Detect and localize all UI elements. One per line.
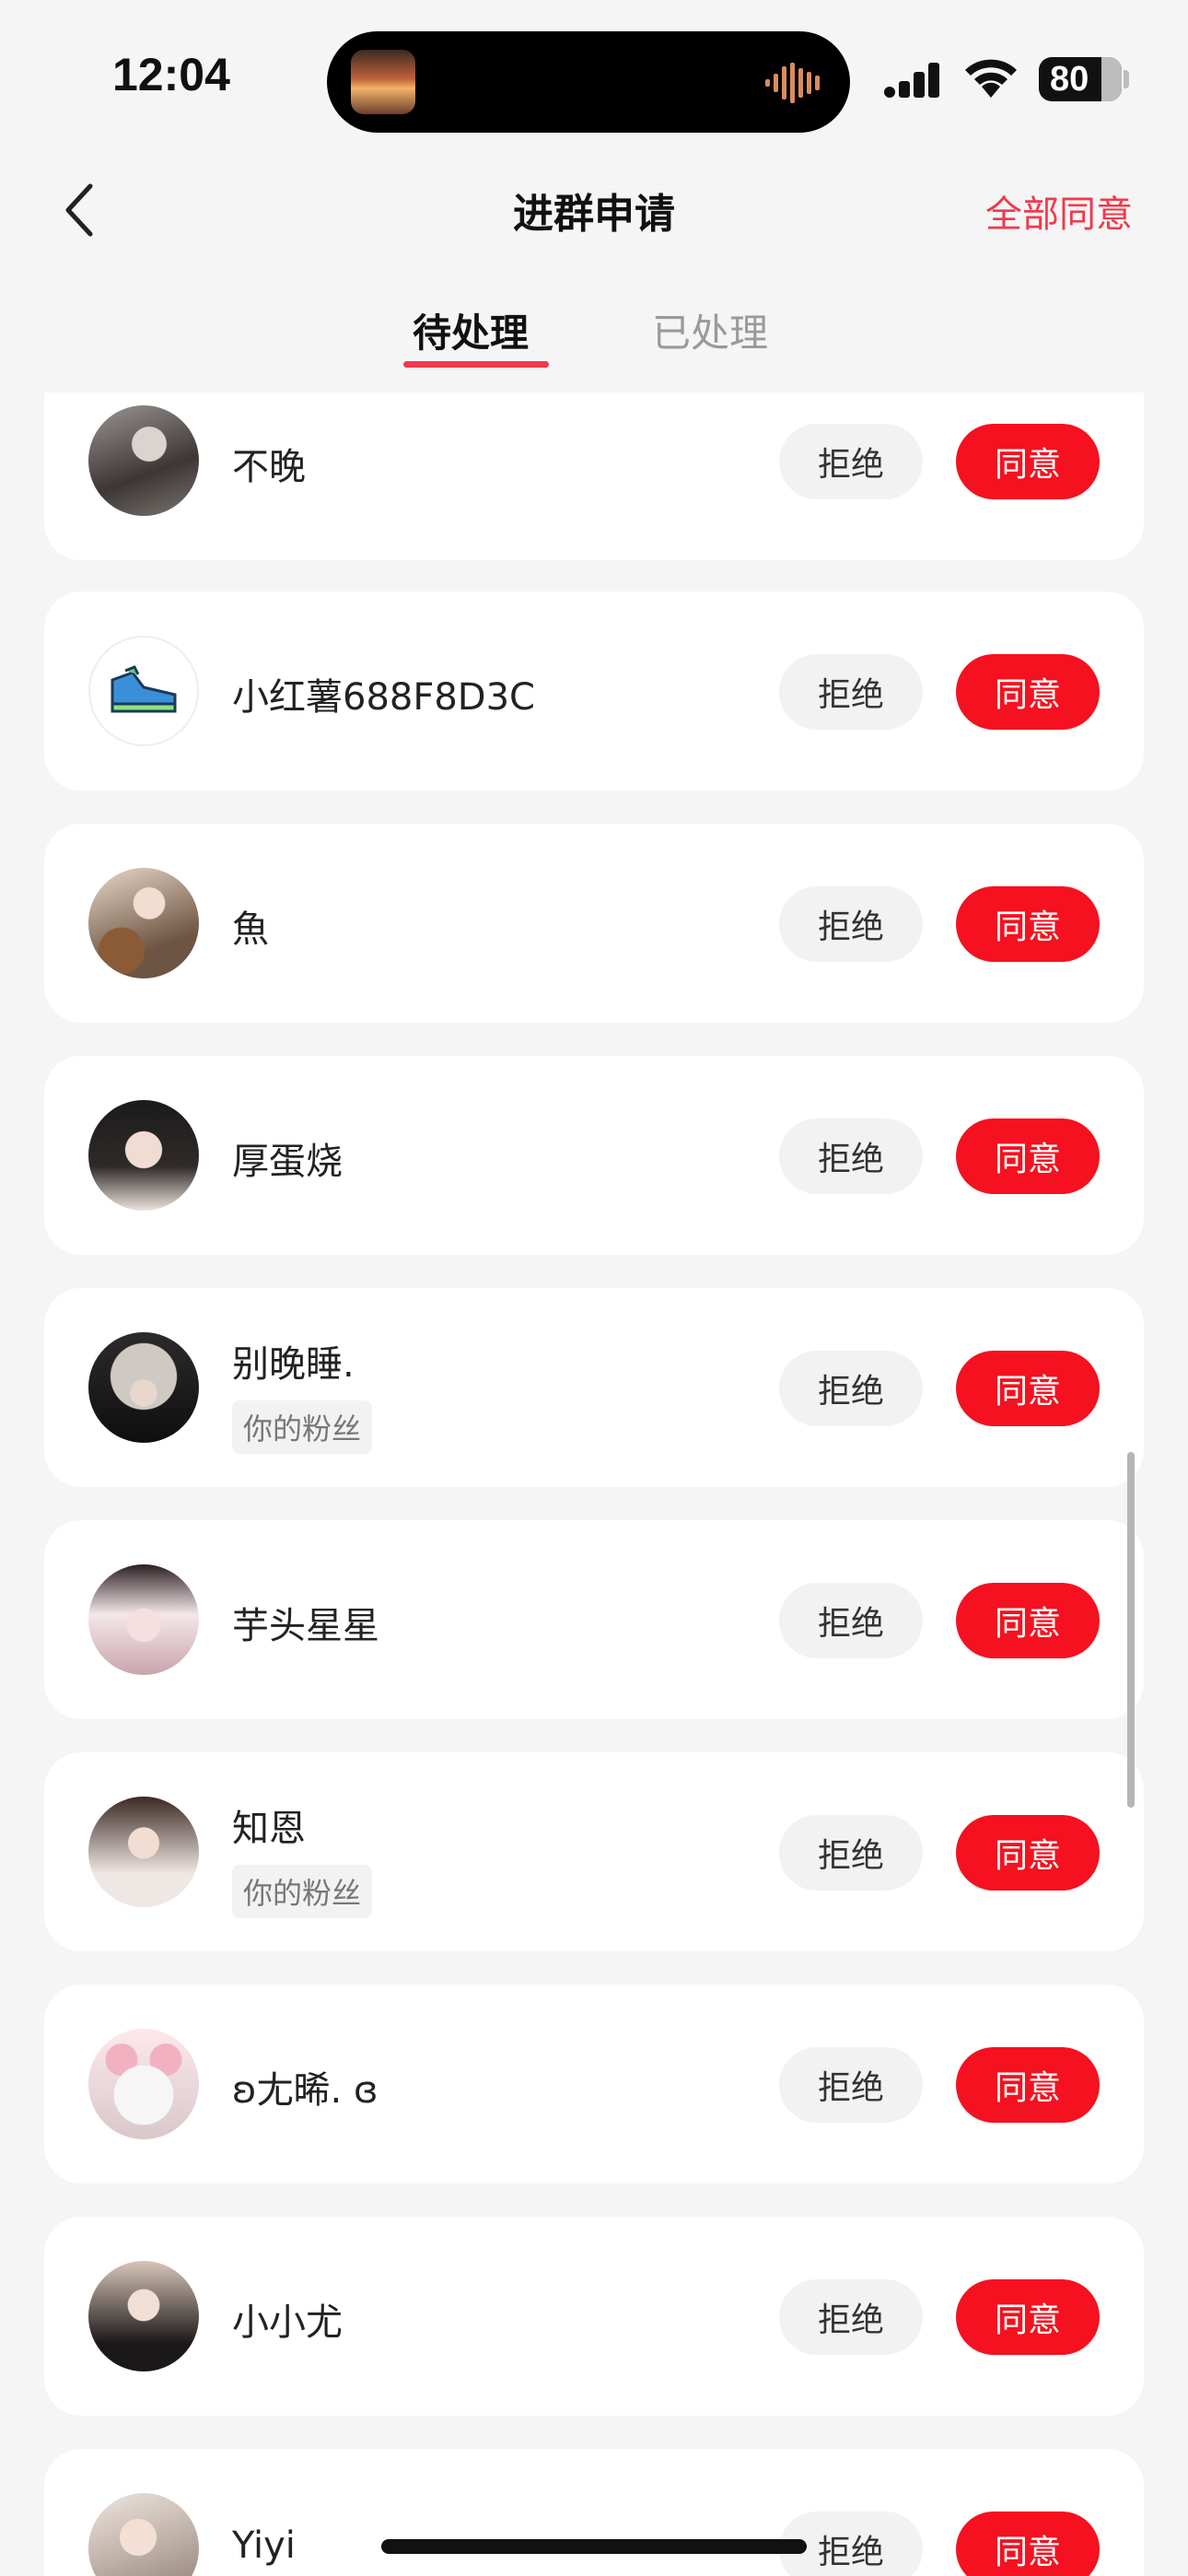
applicant-name: ʚ尢晞. ɞ bbox=[232, 2069, 379, 2112]
battery-cap bbox=[1124, 70, 1129, 88]
avatar[interactable] bbox=[88, 1332, 199, 1443]
list-item: 不晚 拒绝 同意 bbox=[44, 392, 1144, 560]
avatar[interactable] bbox=[88, 2029, 199, 2139]
applicant-name: 小红薯688F8D3C bbox=[232, 676, 535, 719]
tab-pending[interactable]: 待处理 bbox=[413, 302, 529, 358]
reject-button[interactable]: 拒绝 bbox=[779, 424, 923, 499]
reject-button[interactable]: 拒绝 bbox=[779, 1118, 923, 1194]
avatar[interactable] bbox=[88, 405, 199, 516]
tab-bar: 待处理 已处理 bbox=[0, 295, 1188, 378]
scrollbar[interactable] bbox=[1127, 1452, 1135, 1808]
reject-button[interactable]: 拒绝 bbox=[779, 2279, 923, 2355]
applicant-name: 小小尤 bbox=[232, 2301, 343, 2344]
accept-button[interactable]: 同意 bbox=[956, 1583, 1100, 1658]
request-list[interactable]: 不晚 拒绝 同意 小红薯688F8D3C 拒绝 同意 魚 拒绝 同意 厚蛋烧 拒… bbox=[0, 392, 1188, 2576]
reject-button[interactable]: 拒绝 bbox=[779, 654, 923, 730]
tab-processed[interactable]: 已处理 bbox=[652, 302, 768, 358]
accept-button[interactable]: 同意 bbox=[956, 886, 1100, 962]
list-item: 魚 拒绝 同意 bbox=[44, 824, 1144, 1023]
applicant-name: 魚 bbox=[232, 908, 269, 951]
reject-button[interactable]: 拒绝 bbox=[779, 1351, 923, 1426]
avatar[interactable] bbox=[88, 1564, 199, 1675]
status-time: 12:04 bbox=[112, 49, 230, 100]
status-bar: 12:04 80 bbox=[0, 0, 1188, 147]
home-indicator[interactable] bbox=[381, 2539, 807, 2554]
now-playing-artwork bbox=[351, 50, 415, 114]
list-item: 芋头星星 拒绝 同意 bbox=[44, 1520, 1144, 1719]
accept-button[interactable]: 同意 bbox=[956, 2512, 1100, 2576]
list-item: 小红薯688F8D3C 拒绝 同意 bbox=[44, 591, 1144, 790]
avatar[interactable] bbox=[88, 868, 199, 978]
avatar[interactable] bbox=[88, 2493, 199, 2576]
applicant-name: 别晚睡. bbox=[232, 1343, 355, 1386]
list-item: ʚ尢晞. ɞ 拒绝 同意 bbox=[44, 1985, 1144, 2184]
reject-button[interactable]: 拒绝 bbox=[779, 886, 923, 962]
avatar[interactable] bbox=[88, 2261, 199, 2371]
accept-button[interactable]: 同意 bbox=[956, 654, 1100, 730]
applicant-name: 芋头星星 bbox=[232, 1605, 379, 1647]
battery-icon: 80 bbox=[1039, 57, 1122, 101]
dynamic-island[interactable] bbox=[327, 31, 850, 133]
accept-button[interactable]: 同意 bbox=[956, 1351, 1100, 1426]
accept-button[interactable]: 同意 bbox=[956, 1118, 1100, 1194]
reject-button[interactable]: 拒绝 bbox=[779, 1583, 923, 1658]
approve-all-button[interactable]: 全部同意 bbox=[985, 184, 1133, 238]
cellular-signal-icon bbox=[884, 63, 939, 98]
list-item: 知恩 你的粉丝 拒绝 同意 bbox=[44, 1752, 1144, 1951]
accept-button[interactable]: 同意 bbox=[956, 2047, 1100, 2123]
active-tab-indicator bbox=[403, 361, 549, 368]
reject-button[interactable]: 拒绝 bbox=[779, 1815, 923, 1891]
wifi-icon bbox=[965, 59, 1017, 98]
list-item: 别晚睡. 你的粉丝 拒绝 同意 bbox=[44, 1288, 1144, 1487]
applicant-name: 知恩 bbox=[232, 1808, 306, 1850]
avatar[interactable] bbox=[88, 1100, 199, 1211]
sneaker-icon bbox=[111, 665, 177, 713]
audio-waveform-icon bbox=[765, 63, 820, 103]
accept-button[interactable]: 同意 bbox=[956, 1815, 1100, 1891]
battery-level: 80 bbox=[1050, 59, 1089, 99]
accept-button[interactable]: 同意 bbox=[956, 2279, 1100, 2355]
list-item: 厚蛋烧 拒绝 同意 bbox=[44, 1056, 1144, 1255]
list-item: Yiyi 拒绝 同意 bbox=[44, 2449, 1144, 2576]
avatar[interactable] bbox=[88, 636, 199, 746]
list-item: 小小尤 拒绝 同意 bbox=[44, 2217, 1144, 2416]
avatar[interactable] bbox=[88, 1797, 199, 1907]
reject-button[interactable]: 拒绝 bbox=[779, 2047, 923, 2123]
accept-button[interactable]: 同意 bbox=[956, 424, 1100, 499]
applicant-name: 不晚 bbox=[232, 446, 306, 488]
applicant-name: 厚蛋烧 bbox=[232, 1141, 343, 1183]
follower-badge: 你的粉丝 bbox=[232, 1400, 373, 1454]
follower-badge: 你的粉丝 bbox=[232, 1865, 373, 1918]
applicant-name: Yiyi bbox=[232, 2524, 296, 2567]
